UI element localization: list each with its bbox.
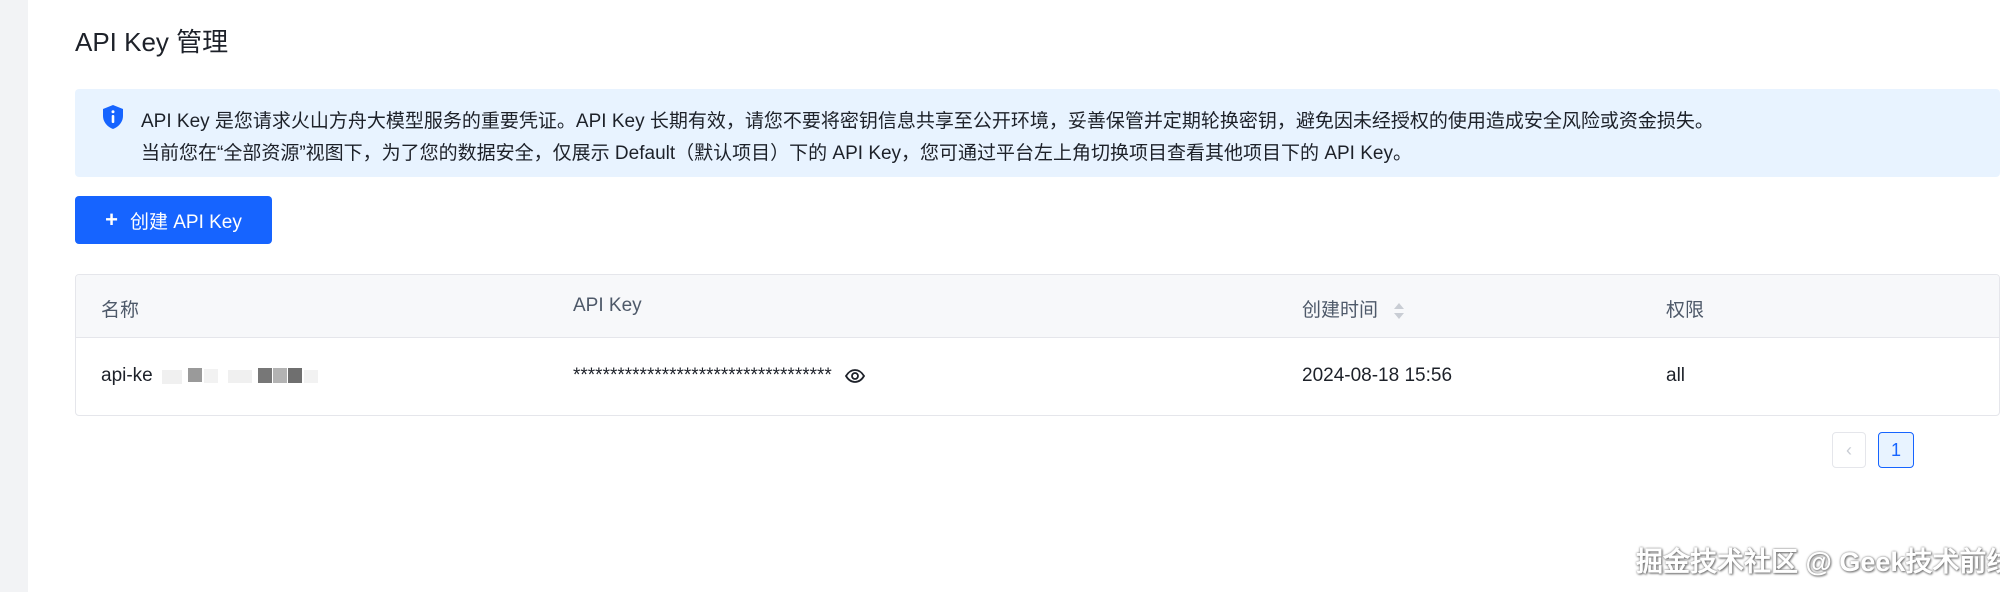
api-key-masked: *********************************** xyxy=(573,365,832,386)
left-rail xyxy=(0,0,28,592)
notice-line-2: 当前您在“全部资源”视图下，为了您的数据安全，仅展示 Default（默认项目）… xyxy=(141,143,1412,164)
notice-line-1: API Key 是您请求火山方舟大模型服务的重要凭证。API Key 长期有效，… xyxy=(141,111,1714,132)
create-api-key-label: 创建 API Key xyxy=(129,211,242,233)
api-key-table: 名称 API Key 创建时间 权限 api-ke **************… xyxy=(75,274,2000,416)
header-name: 名称 xyxy=(101,300,140,321)
pagination-page-1[interactable]: 1 xyxy=(1878,432,1914,468)
header-permission: 权限 xyxy=(1666,300,1705,321)
sort-icon[interactable] xyxy=(1393,301,1405,321)
page-title: API Key 管理 xyxy=(75,27,229,57)
api-key-name: api-ke xyxy=(101,365,153,386)
cell-permission: all xyxy=(1666,365,1686,386)
watermark: 掘金技术社区 @ Geek技术前线 xyxy=(1636,547,2000,577)
plus-icon: + xyxy=(105,207,118,232)
redacted-name-mask xyxy=(162,367,319,384)
create-api-key-button[interactable]: + 创建 API Key xyxy=(75,196,272,244)
pagination-prev-button[interactable]: ‹ xyxy=(1832,432,1866,468)
cell-created-time: 2024-08-18 15:56 xyxy=(1302,365,1453,386)
header-created-time-label: 创建时间 xyxy=(1302,300,1379,321)
header-api-key: API Key xyxy=(573,295,642,316)
cell-api-key: *********************************** xyxy=(573,365,866,387)
table-row: api-ke *********************************… xyxy=(76,338,1999,415)
eye-icon[interactable] xyxy=(845,368,866,384)
header-created-time[interactable]: 创建时间 xyxy=(1302,295,1405,322)
cell-name: api-ke xyxy=(101,365,328,387)
shield-info-icon xyxy=(103,105,123,129)
table-header: 名称 API Key 创建时间 权限 xyxy=(76,275,1999,338)
